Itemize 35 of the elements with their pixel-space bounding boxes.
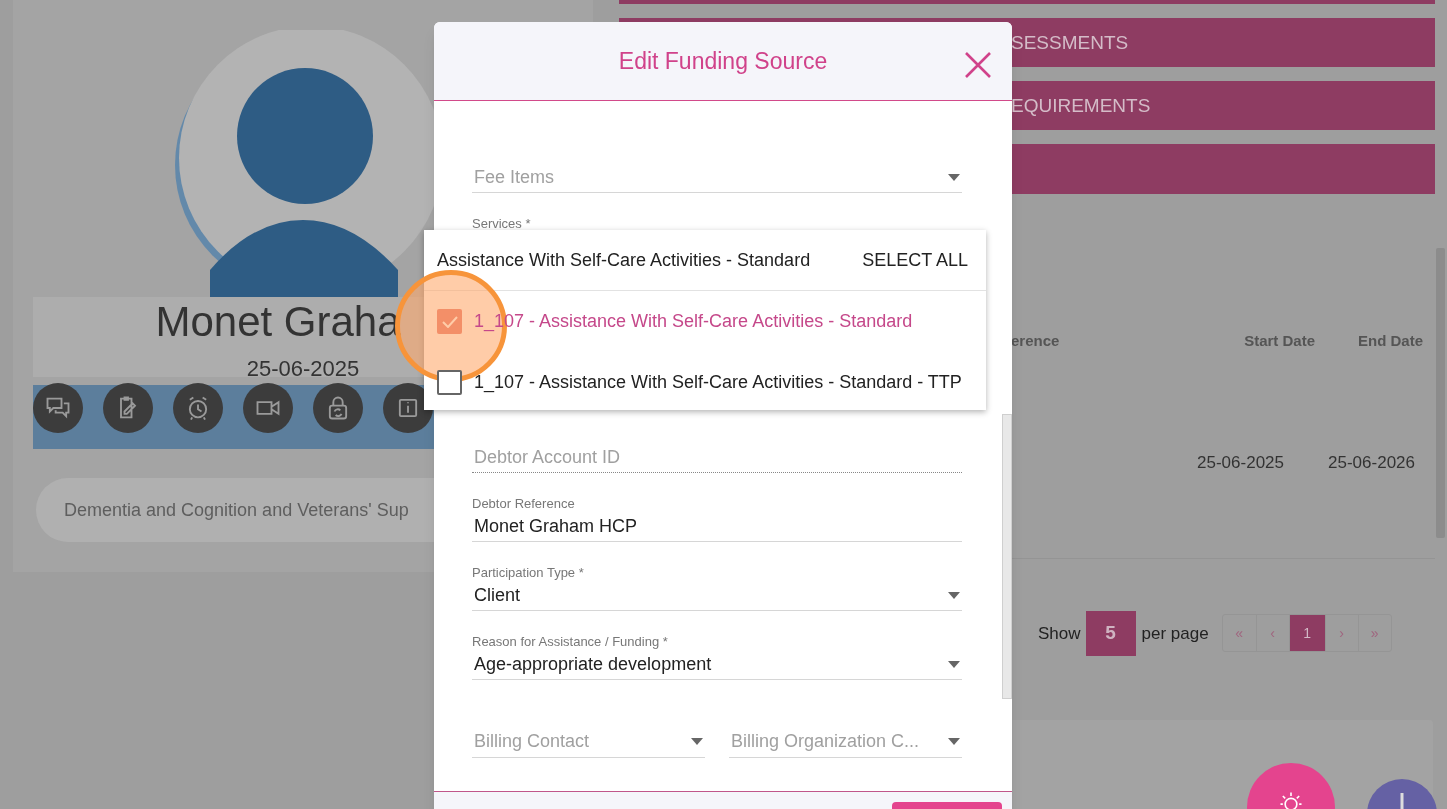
input-field[interactable]: Monet Graham HCP (472, 512, 962, 542)
select-field[interactable]: Fee Items (472, 163, 962, 193)
search-field[interactable]: Assistance With Self-Care Activities - Standard (437, 246, 811, 274)
select-field[interactable]: Billing Contact (472, 726, 705, 758)
option-label[interactable]: 1_107 - Assistance With Self-Care Activities - Standard - TTP (474, 369, 962, 396)
check-icon (441, 315, 458, 328)
page-size-select[interactable]: 5 (1085, 610, 1136, 656)
select-all-button[interactable]: SELECT ALL (862, 246, 968, 274)
page-button[interactable]: 1 (1288, 615, 1325, 652)
caret-icon (948, 592, 960, 599)
table-cell-text: 25-06-2026 (1327, 451, 1415, 474)
caret-icon (948, 661, 960, 668)
close-button[interactable] (964, 51, 992, 79)
checkbox[interactable] (437, 309, 462, 334)
column-header: erence (1011, 331, 1061, 352)
field-label: Reason for Assistance / Funding * (472, 634, 668, 649)
field-label: Debtor Reference (472, 496, 575, 511)
table-cell-text: 25-06-2025 (1196, 451, 1284, 474)
select-field[interactable]: Age-appropriate development (472, 650, 962, 680)
caret-icon (948, 174, 960, 181)
checkbox[interactable] (437, 370, 462, 395)
close-icon (964, 51, 992, 79)
select-field[interactable]: Billing Organization C... (729, 726, 962, 758)
profile-date: 25-06-2025 (246, 355, 360, 383)
field-label: Services * (472, 216, 531, 231)
caret-icon (948, 738, 960, 745)
column-header: End Date (1357, 331, 1423, 352)
caret-icon (691, 738, 703, 745)
field-label: Participation Type * (472, 565, 584, 580)
column-header: Start Date (1243, 331, 1315, 352)
plus-icon (1399, 793, 1405, 809)
select-field[interactable]: Client (472, 581, 962, 611)
show-label: Show (1038, 622, 1081, 645)
input-field[interactable]: Debtor Account ID (472, 443, 962, 473)
per-page-label: per page (1141, 622, 1209, 645)
